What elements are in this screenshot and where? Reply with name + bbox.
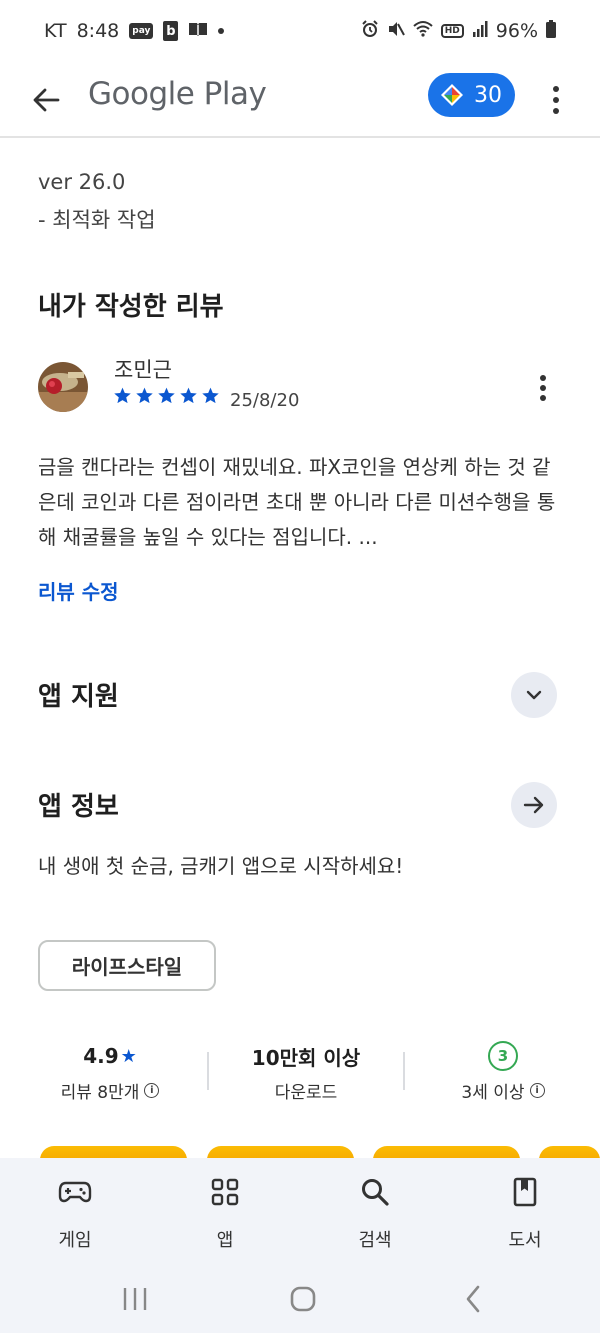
more-vert-icon	[553, 86, 559, 92]
nav-books[interactable]: 도서	[475, 1174, 575, 1252]
more-options-button[interactable]	[540, 80, 572, 120]
version-label: ver 26.0	[38, 170, 126, 194]
book-notification-icon	[188, 21, 208, 41]
home-button[interactable]	[288, 1284, 318, 1314]
stat-divider	[207, 1052, 209, 1090]
battery-icon	[546, 19, 556, 43]
category-chip[interactable]: 라이프스타일	[38, 940, 216, 991]
review-star-rating	[113, 386, 220, 405]
hd-voice-icon: HD	[440, 24, 464, 38]
edit-review-link[interactable]: 리뷰 수정	[38, 576, 119, 605]
wifi-icon	[413, 20, 433, 43]
chevron-down-icon	[526, 690, 542, 700]
book-icon	[513, 1177, 537, 1207]
battery-percent: 96%	[495, 20, 538, 42]
system-navigation-bar	[0, 1262, 600, 1333]
back-button[interactable]	[26, 80, 66, 120]
bottom-navigation: 게임 앱 검색 도서	[0, 1158, 600, 1262]
clock: 8:48	[76, 20, 120, 42]
stat-divider	[403, 1052, 405, 1090]
review-date: 25/8/20	[230, 390, 300, 411]
recent-apps-icon	[123, 1288, 147, 1310]
nav-search[interactable]: 검색	[325, 1174, 425, 1252]
app-info-heading[interactable]: 앱 정보	[38, 786, 119, 823]
recent-apps-button[interactable]	[120, 1284, 150, 1314]
rating-stat[interactable]: 4.9 ★ 리뷰 8만개 i	[20, 1036, 200, 1103]
review-text[interactable]: 금을 캔다라는 컨셉이 재밌네요. 파X코인을 연상케 하는 것 같은데 코인과…	[38, 450, 568, 555]
star-icon	[136, 387, 153, 404]
reviewer-name: 조민근	[114, 358, 172, 382]
nav-games-label: 게임	[58, 1230, 92, 1251]
reviewer-avatar	[38, 362, 88, 412]
app-bar: Google Play 30	[0, 62, 600, 138]
nav-search-label: 검색	[358, 1230, 392, 1251]
content-rating-stat[interactable]: 3 3세 이상 i	[413, 1036, 593, 1103]
nav-games[interactable]: 게임	[25, 1174, 125, 1252]
app-support-expand-button[interactable]	[511, 672, 557, 718]
star-icon	[202, 387, 219, 404]
nav-apps[interactable]: 앱	[175, 1174, 275, 1252]
alarm-icon	[361, 19, 379, 43]
app-info-arrow-button[interactable]	[511, 782, 557, 828]
rating-value: 4.9	[83, 1044, 119, 1068]
nav-apps-label: 앱	[216, 1230, 234, 1251]
carrier-label: KT	[44, 20, 67, 42]
play-points-count: 30	[474, 82, 502, 108]
app-stats-row: 4.9 ★ 리뷰 8만개 i 10만회 이상 다운로드 3 3세 이상 i	[0, 1036, 600, 1116]
search-icon	[362, 1179, 389, 1206]
my-review-heading: 내가 작성한 리뷰	[38, 292, 224, 322]
downloads-value: 10만회 이상	[251, 1045, 361, 1070]
info-icon: i	[529, 1083, 545, 1098]
downloads-stat: 10만회 이상 다운로드	[216, 1036, 396, 1104]
page-title: Google Play	[88, 76, 267, 112]
pay-icon: pay	[129, 23, 154, 39]
mute-icon	[387, 20, 405, 43]
star-icon	[114, 387, 131, 404]
star-icon	[158, 387, 175, 404]
age-rating-label: 3세 이상	[461, 1083, 525, 1103]
apps-grid-icon	[211, 1178, 239, 1206]
arrow-forward-icon	[523, 796, 544, 814]
play-points-icon	[441, 84, 463, 106]
signal-icon	[472, 20, 488, 42]
app-support-heading[interactable]: 앱 지원	[38, 676, 119, 713]
play-points-button[interactable]: 30	[428, 73, 515, 117]
system-back-button[interactable]	[458, 1284, 488, 1314]
app-description: 내 생애 첫 순금, 금캐기 앱으로 시작하세요!	[38, 854, 404, 878]
chevron-left-icon	[466, 1285, 480, 1313]
home-icon	[290, 1286, 316, 1312]
downloads-label: 다운로드	[274, 1083, 338, 1103]
rating-star-icon: ★	[120, 1045, 137, 1067]
gamepad-icon	[58, 1181, 92, 1203]
star-icon	[180, 387, 197, 404]
status-bar: KT 8:48 pay b HD 96%	[0, 0, 600, 62]
review-count: 리뷰 8만개	[60, 1083, 140, 1103]
review-more-button[interactable]	[528, 372, 558, 404]
more-notifications-dot-icon	[218, 28, 225, 34]
info-icon: i	[144, 1083, 160, 1098]
arrow-back-icon	[33, 88, 60, 112]
nav-books-label: 도서	[508, 1230, 542, 1251]
release-note: - 최적화 작업	[38, 208, 156, 232]
more-vert-icon	[540, 375, 546, 381]
age-rating-badge-icon: 3	[488, 1041, 518, 1071]
b-app-icon: b	[163, 21, 179, 41]
